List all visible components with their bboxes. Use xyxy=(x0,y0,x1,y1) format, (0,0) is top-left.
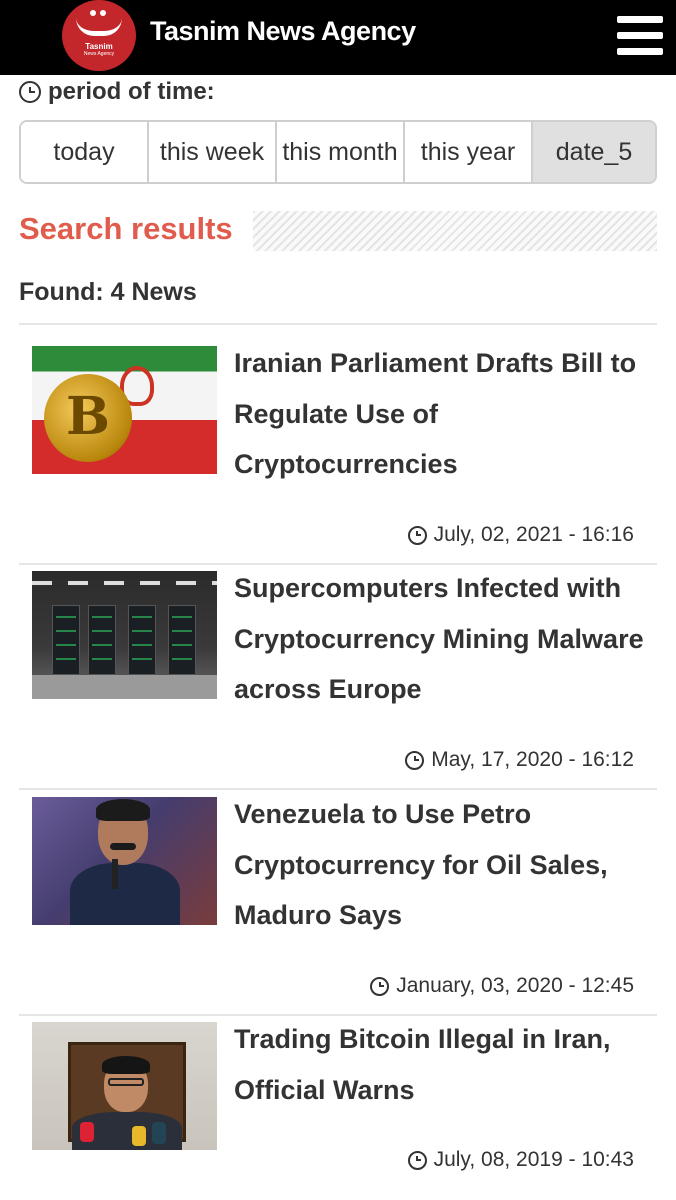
news-headline[interactable]: Venezuela to Use Petro Cryptocurrency fo… xyxy=(234,789,644,941)
filter-date-5[interactable]: date_5 xyxy=(533,122,655,182)
logo-subtext: News Agency xyxy=(83,51,115,57)
clock-icon xyxy=(407,1150,427,1170)
news-date: January, 03, 2020 - 12:45 xyxy=(370,974,634,998)
filter-this-year[interactable]: this year xyxy=(405,122,533,182)
news-thumbnail[interactable] xyxy=(32,571,217,699)
news-thumbnail[interactable] xyxy=(32,797,217,925)
news-item[interactable]: Trading Bitcoin Illegal in Iran, Officia… xyxy=(19,1022,657,1200)
top-bar: Tasnim News Agency Tasnim News Agency xyxy=(0,0,676,75)
period-filter-group: today this week this month this year dat… xyxy=(19,120,657,184)
clock-icon xyxy=(370,976,390,996)
filter-this-month[interactable]: this month xyxy=(277,122,405,182)
clock-icon xyxy=(407,525,427,545)
filter-today[interactable]: today xyxy=(21,122,149,182)
brand-title[interactable]: Tasnim News Agency xyxy=(150,16,416,47)
news-date: July, 08, 2019 - 10:43 xyxy=(407,1148,634,1172)
news-thumbnail[interactable]: B xyxy=(32,346,217,474)
period-label-text: period of time: xyxy=(48,78,215,105)
filter-this-week[interactable]: this week xyxy=(149,122,277,182)
news-item[interactable]: B Iranian Parliament Drafts Bill to Regu… xyxy=(19,346,657,571)
search-results-title: Search results xyxy=(19,211,233,246)
results-count: Found: 4 News xyxy=(19,278,197,306)
news-headline[interactable]: Iranian Parliament Drafts Bill to Regula… xyxy=(234,338,644,490)
decorative-stripes xyxy=(253,211,657,251)
news-date: May, 17, 2020 - 16:12 xyxy=(405,748,634,772)
news-thumbnail[interactable] xyxy=(32,1022,217,1150)
clock-icon xyxy=(19,81,41,103)
logo-glyph xyxy=(76,14,122,36)
news-item[interactable]: Venezuela to Use Petro Cryptocurrency fo… xyxy=(19,797,657,1022)
news-item[interactable]: Supercomputers Infected with Cryptocurre… xyxy=(19,571,657,796)
hamburger-menu-icon[interactable] xyxy=(617,16,663,56)
period-label: period of time: xyxy=(19,78,215,106)
tasnim-logo[interactable]: Tasnim News Agency xyxy=(62,0,136,71)
news-headline[interactable]: Supercomputers Infected with Cryptocurre… xyxy=(234,563,644,715)
logo-text: Tasnim xyxy=(85,42,113,51)
clock-icon xyxy=(405,750,425,770)
news-headline[interactable]: Trading Bitcoin Illegal in Iran, Officia… xyxy=(234,1014,644,1115)
news-date: July, 02, 2021 - 16:16 xyxy=(407,523,634,547)
divider xyxy=(19,323,657,325)
